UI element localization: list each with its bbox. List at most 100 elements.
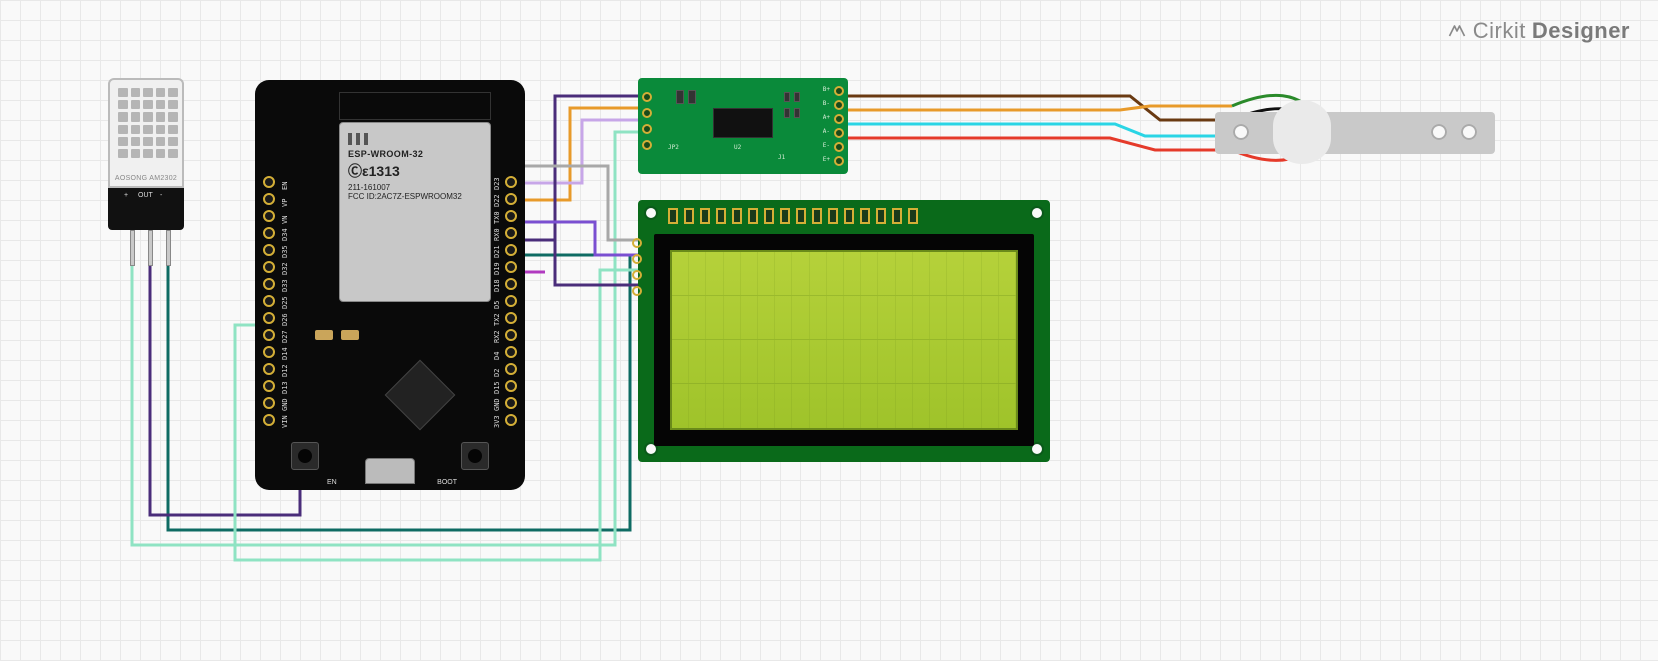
esp32-pinhole-left-12[interactable] [263,210,275,222]
lcd-pin-2[interactable] [684,208,694,224]
esp32-pin-vin: VIN [281,415,289,428]
esp32-pin-gnd: GND [281,398,289,411]
esp32-pinhole-right-10[interactable] [505,244,517,256]
esp32-devkit[interactable]: ESP-WROOM-32 Ⓒε1313 211-161007 FCC ID:2A… [255,80,525,490]
hx711-pad-eplus[interactable] [834,156,844,166]
esp32-pinhole-left-6[interactable] [263,312,275,324]
esp32-pinhole-left-1[interactable] [263,397,275,409]
esp32-pinhole-right-4[interactable] [505,346,517,358]
esp32-pin-gnd: GND [493,398,501,411]
lcd-pin-5[interactable] [732,208,742,224]
esp32-antenna [339,92,491,120]
esp32-rev: 211-161007 [348,183,482,192]
esp32-pin-d35: D35 [281,245,289,258]
hx711-pad-eminus[interactable] [834,142,844,152]
esp32-pinhole-right-8[interactable] [505,278,517,290]
esp32-ce: Ⓒε1313 [348,161,482,181]
esp32-pinhole-left-3[interactable] [263,363,275,375]
lcd-pin-13[interactable] [860,208,870,224]
hx711-pad-dt[interactable] [642,108,652,118]
esp32-pinhole-left-9[interactable] [263,261,275,273]
lcd-pin-10[interactable] [812,208,822,224]
hx711-pad-aminus[interactable] [834,128,844,138]
hx711-pad-bplus[interactable] [834,86,844,96]
lcd-pin-3[interactable] [700,208,710,224]
lcd-pin-4[interactable] [716,208,726,224]
esp32-pin-d4: D4 [493,352,501,360]
esp32-pinhole-right-14[interactable] [505,176,517,188]
esp32-pinhole-right-13[interactable] [505,193,517,205]
esp32-pin-vp: VP [281,199,289,207]
esp32-fcc: FCC ID:2AC7Z-ESPWROOM32 [348,192,482,201]
esp32-en-button[interactable] [291,442,319,470]
esp32-pinhole-left-10[interactable] [263,244,275,256]
esp32-pinhole-right-3[interactable] [505,363,517,375]
lcd-20x4[interactable] [638,200,1050,462]
esp32-pin-d26: D26 [281,313,289,326]
load-cell[interactable] [1215,92,1495,172]
esp32-pinhole-right-7[interactable] [505,295,517,307]
esp32-pinhole-left-7[interactable] [263,295,275,307]
esp32-en-label: EN [327,479,337,486]
lcd-pin-7[interactable] [764,208,774,224]
dht22-pin-minus: - [160,192,162,199]
esp32-usb-port [365,458,415,484]
esp32-pin-d2: D2 [493,369,501,377]
lcd-i2c-gnd[interactable] [632,286,642,296]
esp32-pinhole-right-9[interactable] [505,261,517,273]
esp32-pinhole-left-5[interactable] [263,329,275,341]
lcd-header-pins [668,208,918,224]
lcd-pin-14[interactable] [876,208,886,224]
esp32-pin-d15: D15 [493,381,501,394]
lcd-pin-6[interactable] [748,208,758,224]
esp32-pinhole-left-0[interactable] [263,414,275,426]
hx711-pad-vcc[interactable] [642,140,652,150]
esp32-pin-en: EN [281,182,289,190]
lcd-pin-12[interactable] [844,208,854,224]
hx711-pad-bminus[interactable] [834,100,844,110]
esp32-pinhole-right-12[interactable] [505,210,517,222]
hx711-pad-sck[interactable] [642,124,652,134]
esp32-pin-d22: D22 [493,194,501,207]
esp32-pinhole-left-11[interactable] [263,227,275,239]
esp32-pinhole-right-1[interactable] [505,397,517,409]
lcd-i2c-sda[interactable] [632,254,642,264]
esp32-pinhole-left-14[interactable] [263,176,275,188]
esp32-pinhole-left-13[interactable] [263,193,275,205]
esp32-pin-3v3: 3V3 [493,415,501,428]
circuit-canvas[interactable]: Cirkit Designer [0,0,1658,661]
esp32-pinhole-right-2[interactable] [505,380,517,392]
esp32-pinhole-right-5[interactable] [505,329,517,341]
esp32-pin-d27: D27 [281,330,289,343]
lcd-pin-9[interactable] [796,208,806,224]
esp32-pin-d13: D13 [281,381,289,394]
lcd-pin-8[interactable] [780,208,790,224]
lcd-pin-1[interactable] [668,208,678,224]
esp32-pinhole-left-8[interactable] [263,278,275,290]
lcd-pin-16[interactable] [908,208,918,224]
dht22-housing: AOSONG AM2302 [108,78,184,188]
hx711-amplifier[interactable]: B+ B- A+ A- E- E+ JP2 J1 U2 [638,78,848,174]
esp32-pinhole-right-11[interactable] [505,227,517,239]
esp32-pin-rx0: RX0 [493,228,501,241]
esp32-pinhole-right-0[interactable] [505,414,517,426]
esp32-pin-d21: D21 [493,245,501,258]
hx711-pad-aplus[interactable] [834,114,844,124]
esp32-boot-button[interactable] [461,442,489,470]
esp32-pinhole-left-4[interactable] [263,346,275,358]
esp32-pinhole-right-6[interactable] [505,312,517,324]
esp32-pin-d18: D18 [493,279,501,292]
dht22-pin-plus: + [124,192,128,199]
hx711-pad-gnd[interactable] [642,92,652,102]
lcd-pin-15[interactable] [892,208,902,224]
lcd-i2c-scl[interactable] [632,238,642,248]
esp32-pin-d14: D14 [281,347,289,360]
esp32-pin-d23: D23 [493,177,501,190]
dht22-header-pins [110,230,184,272]
esp32-pinhole-left-2[interactable] [263,380,275,392]
lcd-i2c-vcc[interactable] [632,270,642,280]
esp32-pin-tx0: TX0 [493,211,501,224]
lcd-pin-11[interactable] [828,208,838,224]
esp32-boot-label: BOOT [437,479,457,486]
lcd-bezel [654,234,1034,446]
